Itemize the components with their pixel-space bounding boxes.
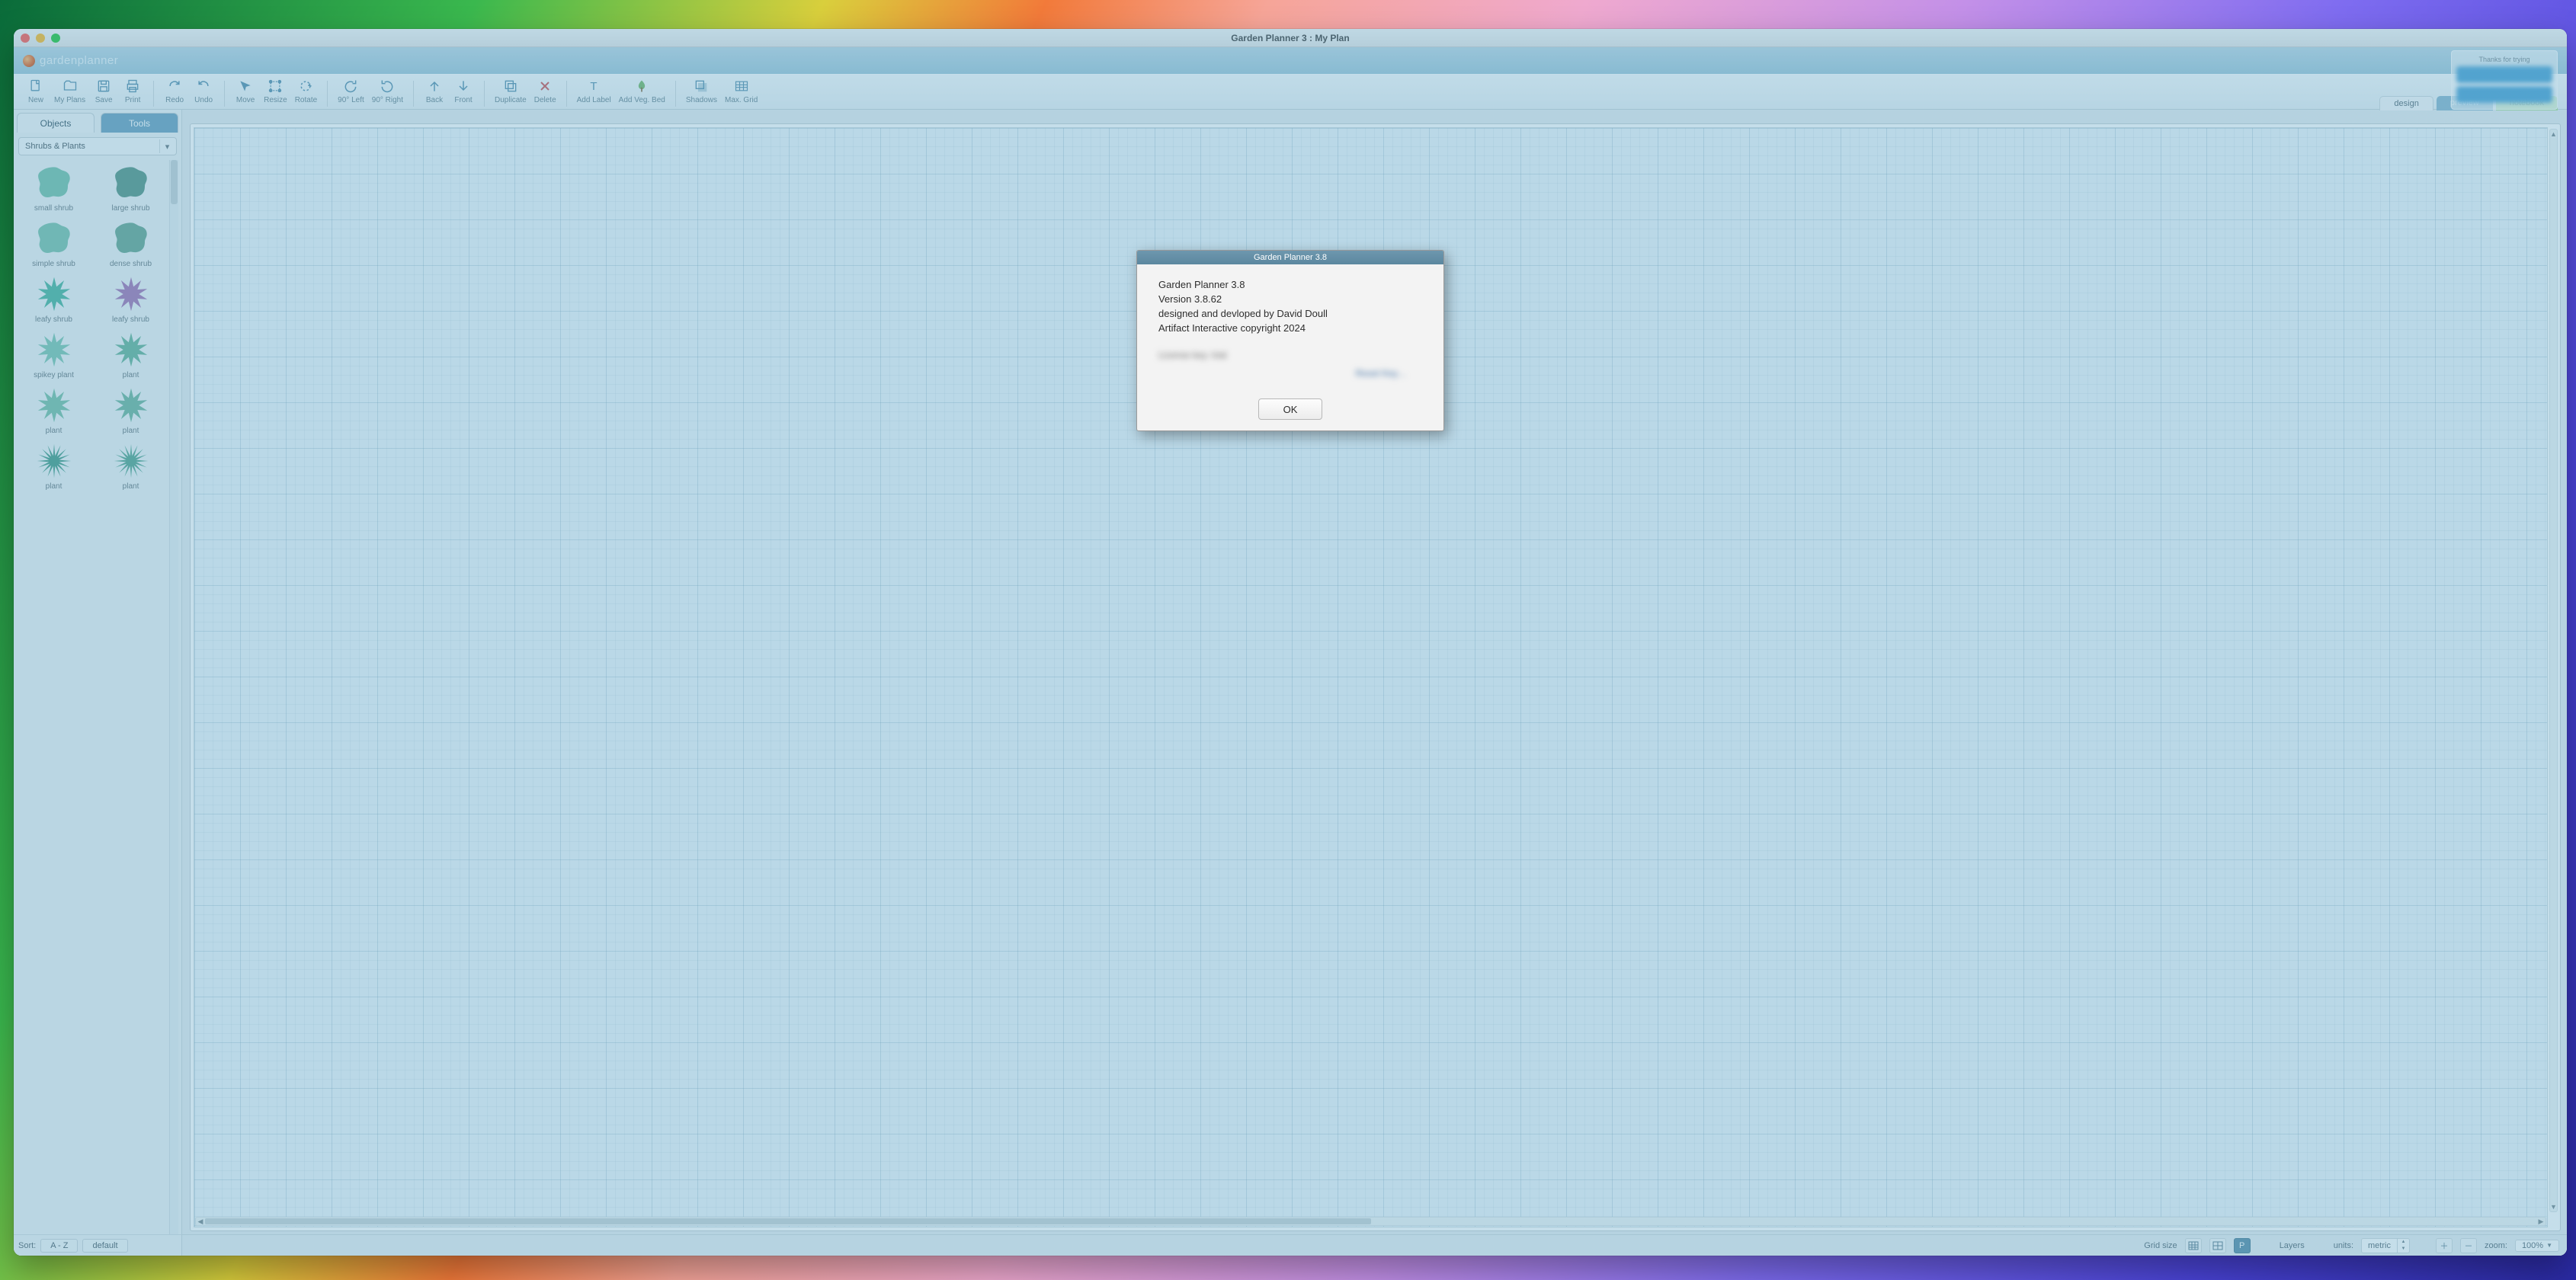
dialog-body: Garden Planner 3.8 Version 3.8.62 design… xyxy=(1137,264,1443,391)
about-license-line: License key: trial xyxy=(1158,349,1422,362)
dialog-title: Garden Planner 3.8 xyxy=(1137,251,1443,264)
app-window: Garden Planner 3 : My Plan gardenplanner… xyxy=(14,29,2567,1256)
ok-button[interactable]: OK xyxy=(1258,398,1322,420)
about-dialog: Garden Planner 3.8 Garden Planner 3.8 Ve… xyxy=(1136,250,1444,431)
modal-backdrop xyxy=(14,29,2567,1256)
about-line-copyright: Artifact Interactive copyright 2024 xyxy=(1158,322,1422,336)
reset-key-link[interactable]: Reset Key… xyxy=(1158,367,1422,380)
about-line-name: Garden Planner 3.8 xyxy=(1158,278,1422,293)
about-line-author: designed and devloped by David Doull xyxy=(1158,307,1422,322)
about-line-version: Version 3.8.62 xyxy=(1158,293,1422,307)
